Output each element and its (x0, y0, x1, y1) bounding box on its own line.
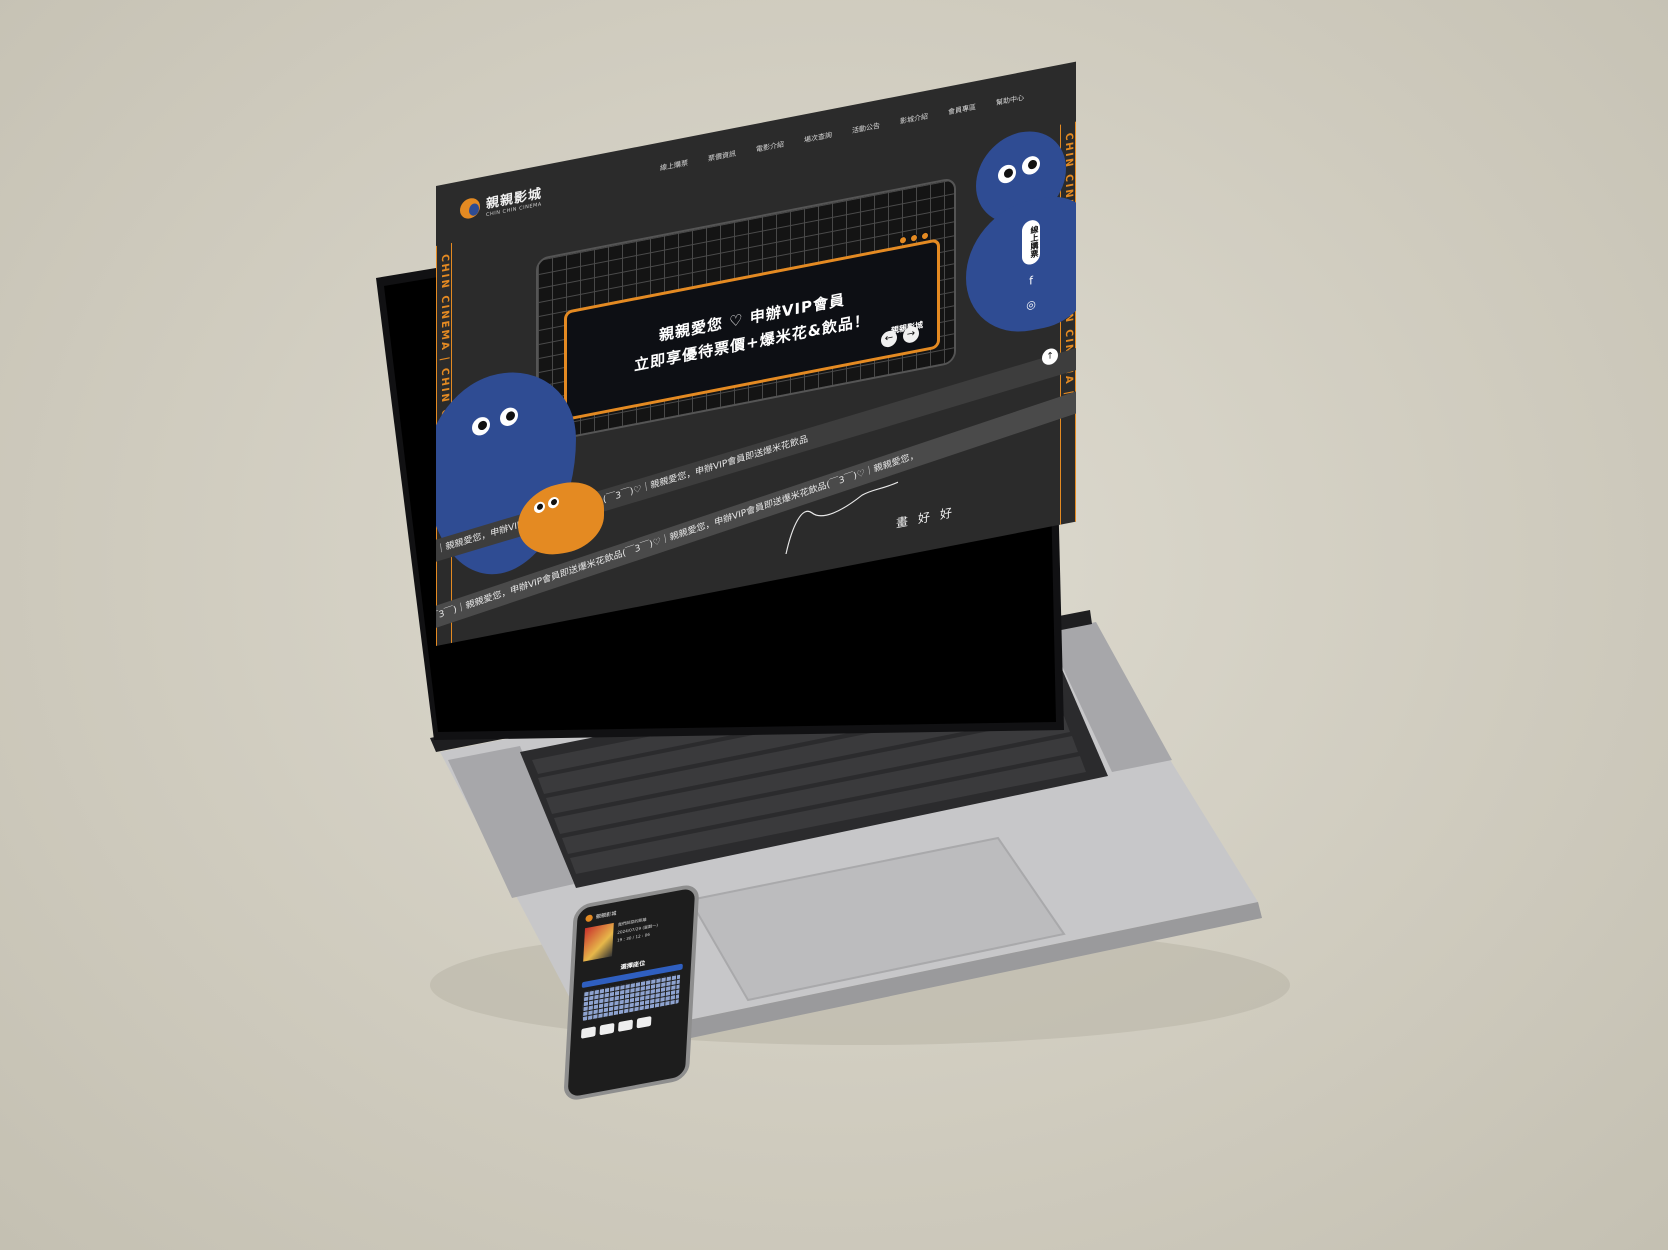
floating-buy-button[interactable]: 線上購票 (1022, 218, 1040, 267)
ticket-option-button[interactable] (618, 1019, 633, 1032)
menu-item-events[interactable]: 活動公告 (852, 121, 880, 136)
mobile-logo-icon (585, 914, 593, 923)
facebook-icon[interactable]: f (1024, 273, 1038, 290)
eye-icon (534, 500, 545, 514)
logo-mascot-icon (460, 196, 480, 221)
eye-icon (472, 415, 490, 438)
floating-tools: 線上購票 f ◎ (1022, 218, 1040, 314)
maximize-icon (910, 233, 918, 243)
menu-item-ticket-prices[interactable]: 票價資訊 (708, 149, 736, 164)
eye-icon (500, 406, 518, 428)
menu-item-movies[interactable]: 電影介紹 (756, 139, 784, 154)
ticket-option-button[interactable] (580, 1026, 596, 1039)
site-logo[interactable]: 親親影城 CHIN CHIN CINEMA (460, 182, 542, 223)
menu-item-members[interactable]: 會員專區 (948, 102, 976, 117)
ticket-option-button[interactable] (599, 1022, 615, 1036)
movie-info: 我們與惡的距離 2024/07/29 (星期一) 19 : 30 / 12 : … (616, 915, 658, 956)
menu-item-help[interactable]: 幫助中心 (996, 93, 1024, 108)
instagram-icon[interactable]: ◎ (1024, 297, 1038, 314)
carousel-prev-button[interactable]: ← (881, 329, 897, 349)
mobile-booking-page: 親親影城 我們與惡的距離 2024/07/29 (星期一) 19 : 30 / … (563, 882, 700, 1103)
close-icon (921, 231, 929, 241)
menu-item-cinema-intro[interactable]: 影城介紹 (900, 111, 928, 126)
signature-text: 畫好好 (896, 503, 963, 531)
blue-mascot-right (966, 187, 1076, 343)
menu-item-showtimes[interactable]: 場次查詢 (804, 130, 832, 145)
movie-poster (583, 922, 614, 962)
smartphone: 親親影城 我們與惡的距離 2024/07/29 (星期一) 19 : 30 / … (563, 882, 700, 1103)
product-mockup-scene: 親親影城 CHIN CHIN CINEMA 線上購票 票價資訊 電影介紹 場次查… (0, 0, 1668, 1250)
eye-icon (1022, 154, 1040, 177)
ticket-option-button[interactable] (636, 1016, 652, 1029)
menu-item-buy-tickets[interactable]: 線上購票 (660, 158, 688, 173)
eye-icon (548, 496, 559, 510)
minimize-icon (899, 235, 907, 246)
eye-icon (998, 163, 1016, 185)
